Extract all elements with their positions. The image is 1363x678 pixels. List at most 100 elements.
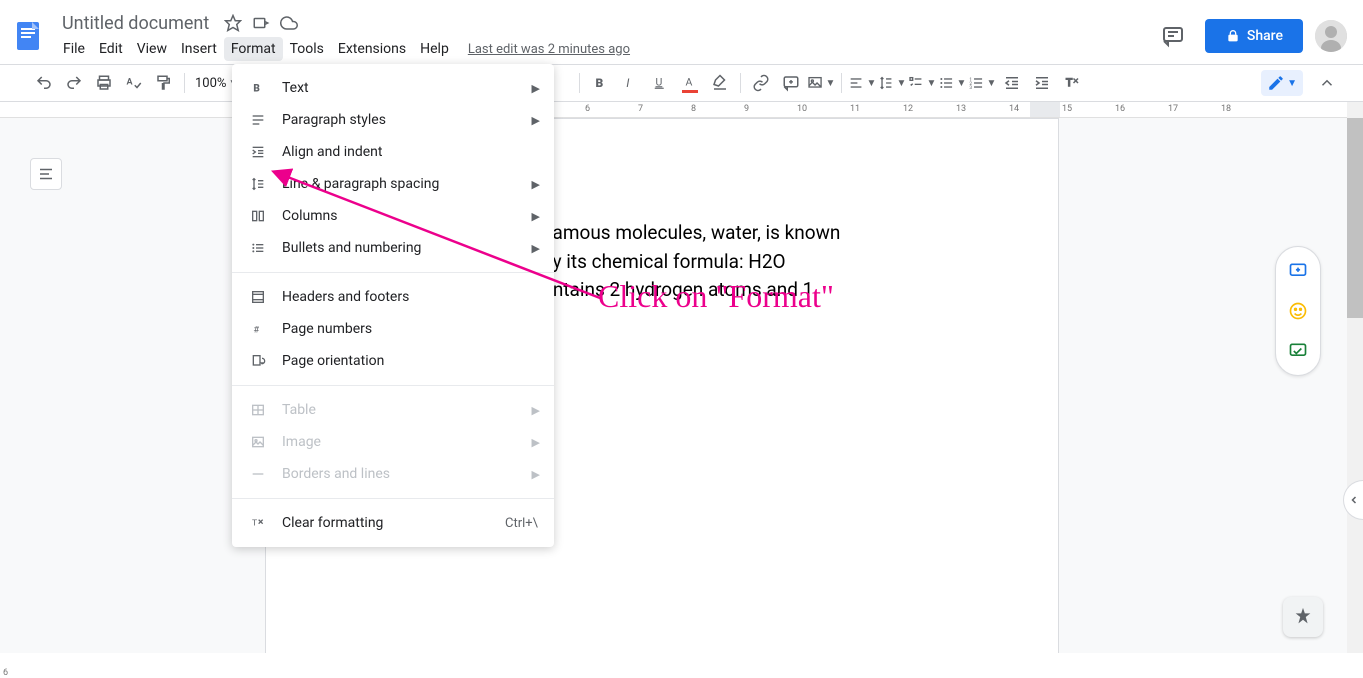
explore-button[interactable] — [1283, 597, 1323, 637]
decrease-indent-icon[interactable] — [998, 70, 1026, 96]
vruler-mark: 6 — [3, 668, 8, 678]
ruler-mark: 7 — [638, 104, 643, 114]
format-menu-clear-formatting[interactable]: TClear formattingCtrl+\ — [232, 507, 554, 539]
columns-icon — [248, 206, 268, 226]
editing-mode-button[interactable]: ▼ — [1261, 70, 1303, 96]
bulleted-list-icon[interactable]: ▼ — [938, 70, 966, 96]
svg-text:#: # — [253, 324, 259, 335]
format-menu-page-numbers[interactable]: # Page numbers — [232, 313, 554, 345]
redo-icon[interactable] — [60, 70, 88, 96]
paragraph-styles-icon — [248, 110, 268, 130]
format-menu-paragraph-styles[interactable]: Paragraph styles ▶ — [232, 104, 554, 136]
insert-image-icon[interactable]: ▼ — [807, 70, 835, 96]
svg-text:A: A — [686, 75, 693, 88]
document-title[interactable]: Untitled document — [56, 11, 215, 36]
horizontal-ruler[interactable]: 6789101112131415161718 — [0, 102, 1363, 118]
menu-item-label: Page numbers — [282, 321, 372, 337]
menu-view[interactable]: View — [130, 37, 174, 61]
format-menu-headers-and-footers[interactable]: Headers and footers — [232, 281, 554, 313]
document-area: namous molecules, water, is known by its… — [0, 118, 1347, 653]
svg-text:I: I — [627, 76, 631, 90]
format-menu-text[interactable]: BText▶ — [232, 72, 554, 104]
text-color-icon[interactable]: A — [676, 70, 704, 96]
format-dropdown-menu: BText▶Paragraph styles▶Align and indentL… — [232, 64, 554, 547]
add-comment-icon[interactable] — [777, 70, 805, 96]
account-avatar[interactable] — [1315, 20, 1347, 52]
cloud-status-icon[interactable] — [277, 11, 301, 35]
format-menu-borders-and-lines: Borders and lines ▶ — [232, 458, 554, 490]
bullets-and-numbering-icon — [248, 238, 268, 258]
spellcheck-icon[interactable]: A — [120, 70, 148, 96]
svg-text:B: B — [253, 83, 260, 94]
share-button[interactable]: Share — [1205, 19, 1303, 53]
menu-insert[interactable]: Insert — [174, 37, 224, 61]
menu-extensions[interactable]: Extensions — [331, 37, 413, 61]
line-spacing-icon[interactable]: ▼ — [878, 70, 906, 96]
ruler-mark: 13 — [956, 104, 966, 114]
move-icon[interactable] — [249, 11, 273, 35]
align-icon[interactable]: ▼ — [848, 70, 876, 96]
menu-item-label: Borders and lines — [282, 466, 390, 482]
outline-toggle-icon[interactable] — [30, 158, 62, 190]
svg-text:U: U — [656, 75, 663, 88]
menu-bar: File Edit View Insert Format Tools Exten… — [56, 37, 1153, 61]
menu-help[interactable]: Help — [413, 37, 456, 61]
menu-item-label: Paragraph styles — [282, 112, 386, 128]
menu-divider — [232, 498, 554, 499]
menu-tools[interactable]: Tools — [283, 37, 331, 61]
text-icon: B — [248, 78, 268, 98]
insert-link-icon[interactable] — [747, 70, 775, 96]
ruler-mark: 12 — [903, 104, 913, 114]
bold-icon[interactable]: B — [586, 70, 614, 96]
svg-text:B: B — [596, 76, 604, 90]
menu-item-label: Clear formatting — [282, 515, 383, 531]
collapse-toolbar-icon[interactable] — [1313, 70, 1341, 96]
svg-text:T: T — [1066, 76, 1073, 89]
menu-divider — [232, 385, 554, 386]
page-orientation-icon — [248, 351, 268, 371]
format-menu-line-paragraph-spacing[interactable]: Line & paragraph spacing▶ — [232, 168, 554, 200]
print-icon[interactable] — [90, 70, 118, 96]
image-icon — [248, 432, 268, 452]
submenu-arrow-icon: ▶ — [532, 114, 540, 127]
checklist-icon[interactable]: ▼ — [908, 70, 936, 96]
format-menu-page-orientation[interactable]: Page orientation — [232, 345, 554, 377]
docs-logo[interactable] — [8, 16, 48, 56]
highlight-color-icon[interactable] — [706, 70, 734, 96]
comment-history-icon[interactable] — [1153, 16, 1193, 56]
menu-divider — [232, 272, 554, 273]
underline-icon[interactable]: U — [646, 70, 674, 96]
headers-and-footers-icon — [248, 287, 268, 307]
submenu-arrow-icon: ▶ — [532, 468, 540, 481]
submenu-arrow-icon: ▶ — [532, 242, 540, 255]
menu-item-label: Headers and footers — [282, 289, 409, 305]
align-and-indent-icon — [248, 142, 268, 162]
menu-edit[interactable]: Edit — [92, 37, 130, 61]
ruler-mark: 8 — [691, 104, 696, 114]
format-menu-align-and-indent[interactable]: Align and indent — [232, 136, 554, 168]
clear-formatting-icon[interactable]: T — [1058, 70, 1086, 96]
italic-icon[interactable]: I — [616, 70, 644, 96]
menu-item-label: Columns — [282, 208, 337, 224]
menu-item-label: Image — [282, 434, 321, 450]
format-menu-bullets-and-numbering[interactable]: Bullets and numbering▶ — [232, 232, 554, 264]
ruler-mark: 10 — [797, 104, 807, 114]
menu-item-label: Line & paragraph spacing — [282, 176, 439, 192]
format-menu-image: Image ▶ — [232, 426, 554, 458]
menu-file[interactable]: File — [56, 37, 92, 61]
increase-indent-icon[interactable] — [1028, 70, 1056, 96]
vertical-scrollbar[interactable] — [1347, 102, 1363, 653]
ruler-mark: 17 — [1168, 104, 1178, 114]
last-edit-link[interactable]: Last edit was 2 minutes ago — [468, 42, 630, 57]
submenu-arrow-icon: ▶ — [532, 436, 540, 449]
suggest-edits-icon[interactable] — [1282, 335, 1314, 367]
add-emoji-icon[interactable] — [1282, 295, 1314, 327]
star-icon[interactable] — [221, 11, 245, 35]
menu-format[interactable]: Format — [224, 37, 283, 61]
numbered-list-icon[interactable]: 123▼ — [968, 70, 996, 96]
scrollbar-thumb[interactable] — [1347, 118, 1363, 318]
add-comment-side-icon[interactable] — [1282, 255, 1314, 287]
format-menu-columns[interactable]: Columns▶ — [232, 200, 554, 232]
undo-icon[interactable] — [30, 70, 58, 96]
paint-format-icon[interactable] — [150, 70, 178, 96]
